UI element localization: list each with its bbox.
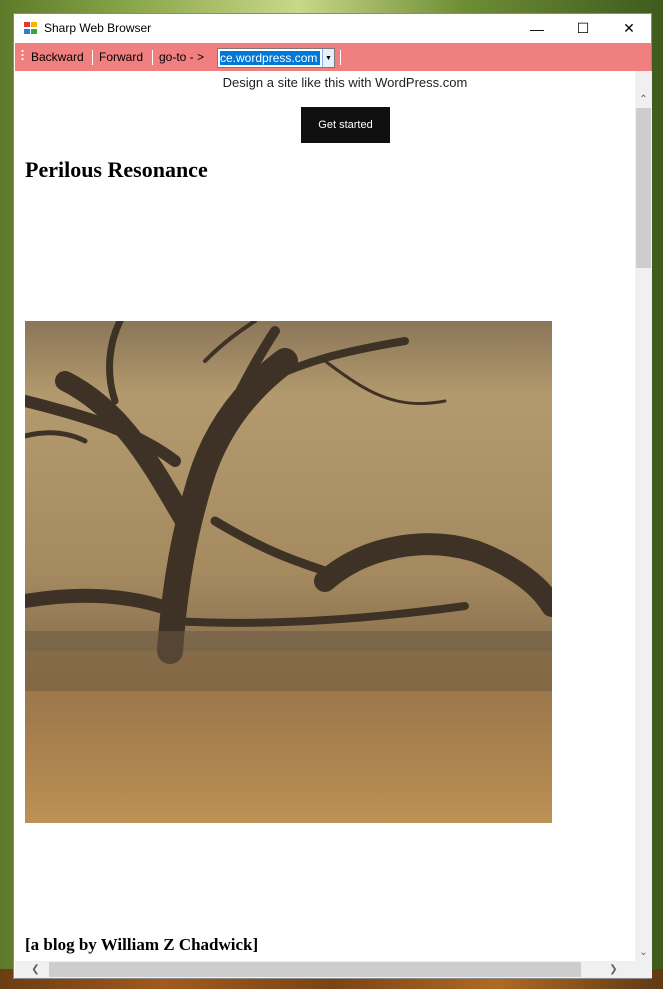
vertical-scroll-thumb[interactable] bbox=[636, 108, 651, 268]
toolbar-grip-icon[interactable] bbox=[21, 49, 24, 61]
scroll-down-arrow-icon[interactable]: ⌄ bbox=[635, 944, 652, 961]
toolbar-separator bbox=[340, 50, 341, 65]
blog-title[interactable]: Perilous Resonance bbox=[25, 157, 208, 183]
backward-button[interactable]: Backward bbox=[31, 50, 84, 64]
horizontal-scrollbar[interactable]: ❮ ❯ bbox=[15, 961, 635, 978]
scroll-up-arrow-icon[interactable]: ⌃ bbox=[635, 91, 652, 108]
minimize-button[interactable]: — bbox=[514, 14, 560, 43]
chevron-down-icon[interactable]: ▼ bbox=[322, 49, 334, 67]
browser-window: Sharp Web Browser — ☐ ✕ Backward Forward… bbox=[13, 13, 652, 979]
window-title: Sharp Web Browser bbox=[44, 21, 152, 35]
url-input[interactable]: ce.wordpress.com bbox=[220, 51, 320, 65]
web-content: Design a site like this with WordPress.c… bbox=[15, 71, 635, 961]
forward-button[interactable]: Forward bbox=[99, 50, 143, 64]
maximize-button[interactable]: ☐ bbox=[560, 14, 606, 43]
promo-text: Design a site like this with WordPress.c… bbox=[222, 75, 468, 90]
close-button[interactable]: ✕ bbox=[606, 14, 652, 43]
app-icon bbox=[24, 22, 38, 35]
get-started-button[interactable]: Get started bbox=[301, 107, 390, 143]
url-combobox[interactable]: ce.wordpress.com ▼ bbox=[217, 48, 335, 68]
goto-label: go-to - > bbox=[159, 50, 205, 64]
toolbar-separator bbox=[152, 50, 153, 65]
vertical-scrollbar[interactable]: ⌃ ⌄ bbox=[635, 71, 652, 961]
navigation-toolbar: Backward Forward go-to - > ce.wordpress.… bbox=[15, 43, 651, 71]
tree-photo bbox=[25, 321, 552, 823]
scrollbar-corner bbox=[635, 961, 652, 978]
title-bar: Sharp Web Browser — ☐ ✕ bbox=[14, 14, 651, 43]
scroll-right-arrow-icon[interactable]: ❯ bbox=[605, 961, 622, 978]
toolbar-separator bbox=[92, 50, 93, 65]
horizontal-scroll-thumb[interactable] bbox=[49, 962, 581, 977]
blog-byline: [a blog by William Z Chadwick] bbox=[25, 935, 259, 954]
scroll-left-arrow-icon[interactable]: ❮ bbox=[27, 961, 44, 978]
